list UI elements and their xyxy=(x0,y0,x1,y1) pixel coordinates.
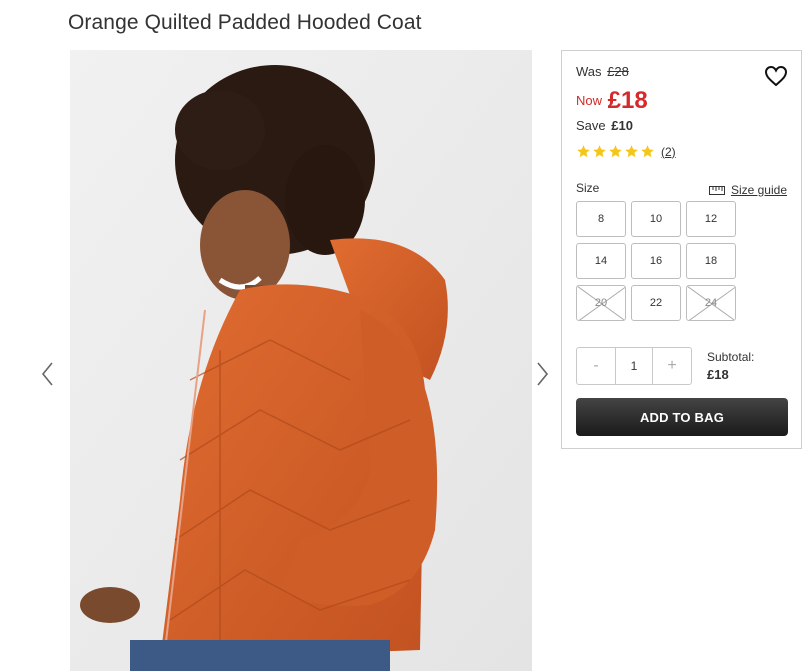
was-value: £28 xyxy=(607,64,629,79)
now-label: Now xyxy=(576,93,603,108)
save-value: £10 xyxy=(611,118,633,133)
subtotal: Subtotal: £18 xyxy=(707,349,754,383)
size-option-label: 22 xyxy=(649,297,663,309)
size-option-12[interactable]: 12 xyxy=(686,201,736,237)
size-option-18[interactable]: 18 xyxy=(686,243,736,279)
quantity-decrease-button[interactable]: - xyxy=(577,348,615,384)
size-option-label: 8 xyxy=(597,213,605,225)
ruler-icon xyxy=(708,185,725,195)
size-option-label: 24 xyxy=(704,297,718,309)
purchase-panel: Was £28 Now £18 Save £10 (2) Size Size g… xyxy=(561,50,802,449)
size-option-10[interactable]: 10 xyxy=(631,201,681,237)
quantity-increase-button[interactable]: + xyxy=(653,348,691,384)
quantity-stepper: - 1 + xyxy=(576,347,692,385)
rating: (2) xyxy=(576,144,676,159)
add-to-bag-button[interactable]: ADD TO BAG xyxy=(576,398,788,436)
star-icon xyxy=(609,145,622,158)
size-option-22[interactable]: 22 xyxy=(631,285,681,321)
gallery-prev-button[interactable] xyxy=(38,360,58,388)
was-price: Was £28 xyxy=(576,64,629,79)
save-price: Save £10 xyxy=(576,118,633,133)
size-guide-link[interactable]: Size guide xyxy=(708,183,787,197)
size-selector: 8 10 12 14 16 18 20 22 24 xyxy=(576,201,738,321)
subtotal-value: £18 xyxy=(707,367,729,382)
size-option-label: 10 xyxy=(649,213,663,225)
subtotal-label: Subtotal: xyxy=(707,350,755,364)
review-count-link[interactable]: (2) xyxy=(661,145,676,159)
size-guide-label: Size guide xyxy=(730,183,787,197)
star-icon xyxy=(593,145,606,158)
size-option-label: 18 xyxy=(704,255,718,267)
star-rating xyxy=(576,144,655,159)
product-image xyxy=(70,50,532,671)
size-option-label: 16 xyxy=(649,255,663,267)
size-option-14[interactable]: 14 xyxy=(576,243,626,279)
heart-icon xyxy=(764,65,788,87)
gallery-next-button[interactable] xyxy=(533,360,553,388)
star-icon xyxy=(625,145,638,158)
chevron-left-icon xyxy=(41,362,53,386)
product-photo xyxy=(70,50,532,671)
size-option-20-unavailable: 20 xyxy=(576,285,626,321)
chevron-right-icon xyxy=(537,362,549,386)
size-option-label: 20 xyxy=(594,297,608,309)
was-label: Was xyxy=(576,64,602,79)
size-option-label: 12 xyxy=(704,213,718,225)
star-icon xyxy=(641,145,654,158)
now-price: Now £18 xyxy=(576,87,648,115)
size-label: Size xyxy=(576,181,600,195)
wishlist-button[interactable] xyxy=(764,65,788,87)
size-option-16[interactable]: 16 xyxy=(631,243,681,279)
star-icon xyxy=(577,145,590,158)
save-label: Save xyxy=(576,118,606,133)
size-option-label: 14 xyxy=(594,255,608,267)
size-option-8[interactable]: 8 xyxy=(576,201,626,237)
quantity-input[interactable]: 1 xyxy=(615,348,653,384)
now-value: £18 xyxy=(607,87,648,114)
size-option-24-unavailable: 24 xyxy=(686,285,736,321)
product-title: Orange Quilted Padded Hooded Coat xyxy=(68,11,422,34)
